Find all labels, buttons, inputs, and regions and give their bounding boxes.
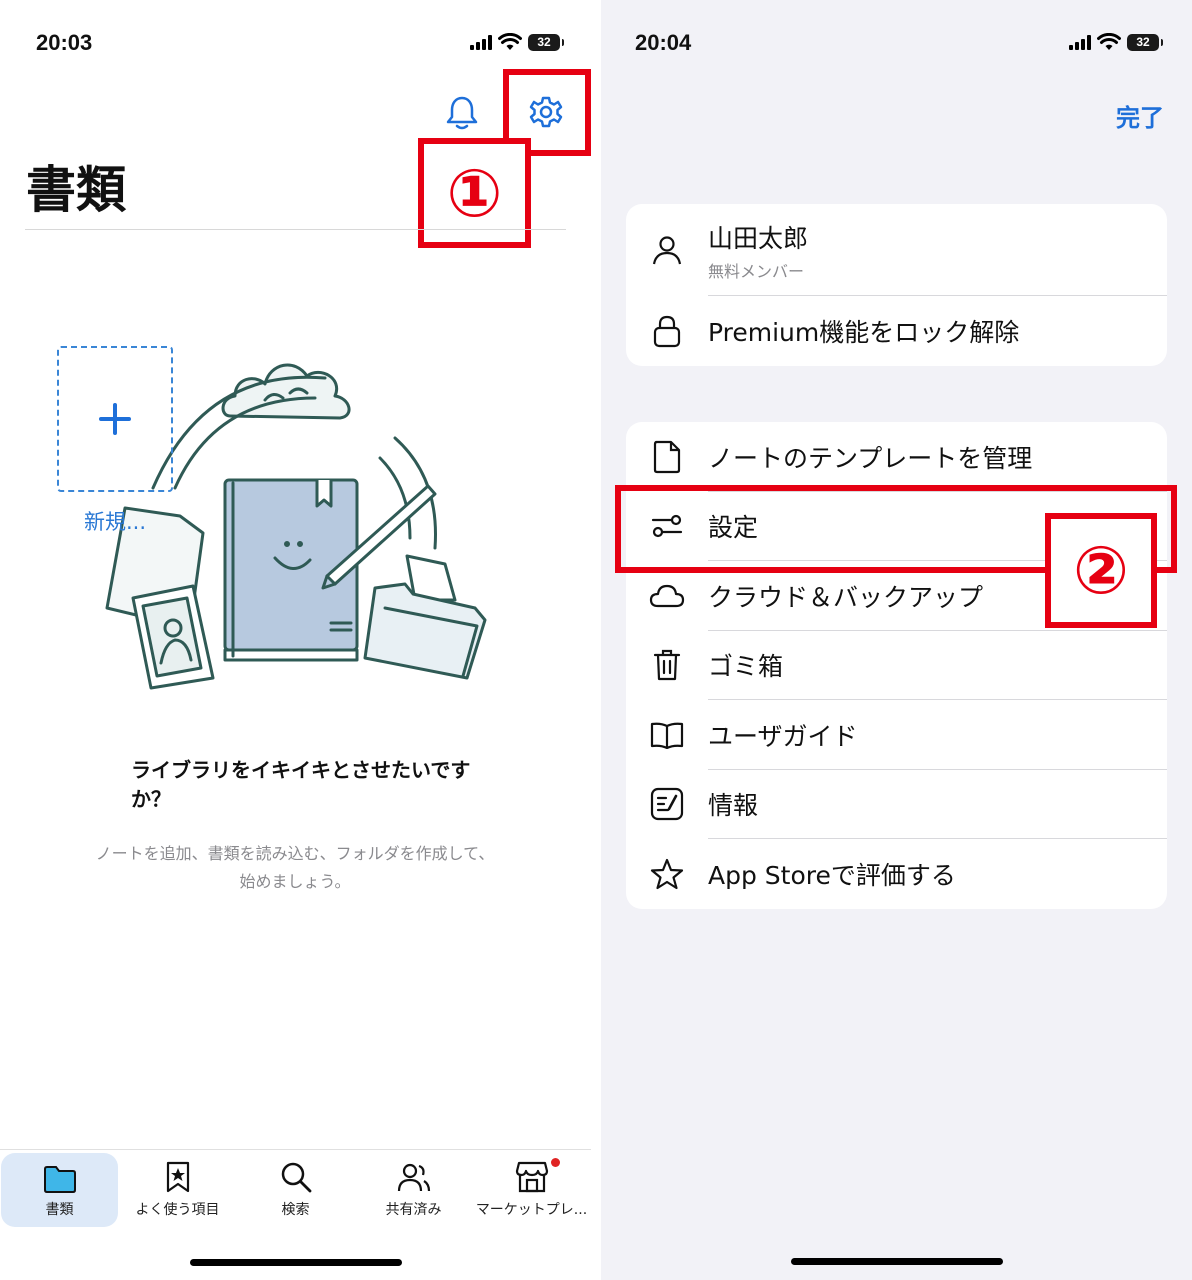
- notification-dot: [551, 1158, 560, 1167]
- menu-item-templates[interactable]: ノートのテンプレートを管理: [626, 422, 1167, 492]
- battery-indicator: 32: [528, 33, 564, 51]
- wifi-icon: [498, 33, 522, 50]
- menu-item-label: App Storeで評価する: [708, 860, 956, 890]
- signal-icon: [470, 34, 492, 50]
- tab-bar: 書類 よく使う項目 検索 共有済み マーケットプレ...: [0, 1149, 591, 1280]
- store-icon: [515, 1161, 548, 1193]
- annotation-number-2: ②: [1045, 513, 1157, 628]
- settings-menu-screen: 20:04 32 完了 山田太郎 無料メンバー Premium機能をロック解除: [601, 0, 1192, 1280]
- empty-state-description: ノートを追加、書類を読み込む、フォルダを作成して、始めましょう。: [95, 844, 495, 891]
- tab-label: マーケットプレ...: [475, 1202, 588, 1218]
- menu-item-trash[interactable]: ゴミ箱: [626, 631, 1167, 700]
- menu-item-label: クラウド＆バックアップ: [708, 582, 984, 612]
- tab-favorites[interactable]: よく使う項目: [119, 1153, 236, 1227]
- document-icon: [653, 440, 681, 473]
- tab-label: 共有済み: [385, 1202, 442, 1218]
- people-icon: [397, 1163, 430, 1192]
- unlock-premium-label: Premium機能をロック解除: [708, 318, 1020, 347]
- status-icons: 32: [1069, 33, 1163, 51]
- new-document-button[interactable]: [57, 346, 173, 492]
- annotation-number-1: ①: [418, 138, 531, 248]
- account-name: 山田太郎: [708, 223, 809, 253]
- home-indicator: [190, 1259, 402, 1266]
- tab-label: 検索: [281, 1202, 310, 1218]
- account-row[interactable]: 山田太郎 無料メンバー: [626, 204, 1167, 296]
- menu-item-label: 情報: [708, 791, 759, 821]
- tab-documents[interactable]: 書類: [1, 1153, 118, 1227]
- folder-icon: [43, 1166, 76, 1193]
- account-group: 山田太郎 無料メンバー Premium機能をロック解除: [626, 204, 1167, 366]
- membership-status: 無料メンバー: [708, 261, 805, 281]
- tab-search[interactable]: 検索: [237, 1153, 354, 1227]
- new-document-label[interactable]: 新規...: [84, 506, 146, 536]
- menu-item-user-guide[interactable]: ユーザガイド: [626, 700, 1167, 770]
- trash-icon: [653, 650, 681, 681]
- battery-indicator: 32: [1127, 33, 1163, 51]
- cloud-icon: [649, 584, 685, 607]
- menu-item-label: ユーザガイド: [708, 721, 858, 751]
- menu-item-label: ノートのテンプレートを管理: [708, 443, 1033, 473]
- gear-icon[interactable]: [529, 95, 563, 129]
- status-time: 20:03: [36, 30, 93, 55]
- menu-item-rate-app[interactable]: App Storeで評価する: [626, 839, 1167, 909]
- wifi-icon: [1097, 33, 1121, 50]
- tab-marketplace[interactable]: マーケットプレ...: [473, 1153, 590, 1227]
- status-icons: 32: [470, 33, 564, 51]
- page-title: 書類: [26, 161, 126, 219]
- info-note-icon: [650, 788, 684, 821]
- menu-item-label: ゴミ箱: [708, 652, 784, 682]
- lock-icon: [653, 315, 681, 348]
- star-icon: [650, 858, 684, 889]
- search-icon: [281, 1162, 311, 1193]
- status-time: 20:04: [635, 30, 692, 55]
- person-icon: [652, 236, 682, 265]
- home-indicator: [791, 1258, 1003, 1265]
- empty-state-title: ライブラリをイキイキとさせたいですか？: [131, 758, 471, 811]
- bookmark-star-icon: [166, 1161, 189, 1193]
- tab-label: よく使う項目: [135, 1202, 220, 1218]
- menu-item-info[interactable]: 情報: [626, 770, 1167, 839]
- tab-shared[interactable]: 共有済み: [355, 1153, 472, 1227]
- tab-label: 書類: [45, 1202, 74, 1218]
- done-button[interactable]: 完了: [1116, 98, 1164, 133]
- documents-screen: 20:03 32 ① 書類 新規... ライブラリをイキイキとさせたいですか？ …: [0, 0, 596, 1280]
- plus-icon: [99, 403, 131, 435]
- book-icon: [650, 722, 684, 749]
- bell-icon[interactable]: [445, 95, 479, 131]
- signal-icon: [1069, 34, 1091, 50]
- title-divider: [25, 229, 566, 230]
- unlock-premium-row[interactable]: Premium機能をロック解除: [626, 296, 1167, 366]
